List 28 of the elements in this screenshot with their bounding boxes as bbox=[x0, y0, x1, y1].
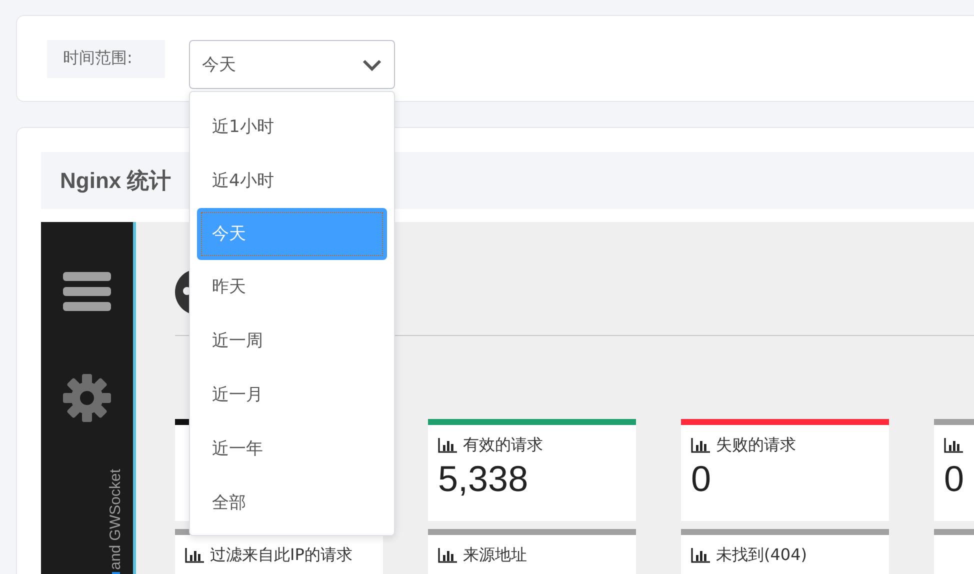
bar-chart-icon bbox=[691, 438, 710, 452]
dropdown-option[interactable]: 近1小时 bbox=[190, 100, 394, 154]
bar-chart-icon bbox=[185, 548, 204, 562]
bar-chart-icon bbox=[944, 438, 963, 452]
dropdown-option[interactable]: 近一年 bbox=[190, 422, 394, 476]
dropdown-option[interactable]: 近一周 bbox=[190, 314, 394, 368]
stat-label: 未找到(404) bbox=[716, 544, 808, 566]
chevron-down-icon bbox=[362, 58, 382, 70]
stat-label: 来源地址 bbox=[463, 544, 527, 566]
stat-label: 有效的请求 bbox=[463, 434, 543, 456]
stat-label: 过滤来自此IP的请求 bbox=[210, 544, 352, 566]
dropdown-option[interactable]: 全部 bbox=[190, 476, 394, 530]
dropdown-option[interactable]: 近4小时 bbox=[190, 154, 394, 208]
dropdown-option[interactable]: 近一月 bbox=[190, 368, 394, 422]
dropdown-option[interactable]: 昨天 bbox=[190, 260, 394, 314]
bar-chart-icon bbox=[438, 438, 457, 452]
bar-chart-icon bbox=[438, 548, 457, 562]
stat-value: 0 bbox=[944, 458, 966, 500]
time-range-label: 时间范围: bbox=[47, 40, 165, 78]
brand-text: and GWSocket bbox=[107, 469, 124, 570]
stat-value: 0 bbox=[691, 458, 712, 500]
bar-chart-icon bbox=[691, 548, 710, 562]
card-title: Nginx 统计 bbox=[60, 166, 172, 195]
stat-value: 5,338 bbox=[438, 458, 530, 500]
settings-icon[interactable] bbox=[63, 374, 111, 422]
menu-icon[interactable] bbox=[63, 272, 111, 311]
stat-label: 失败的请求 bbox=[716, 434, 796, 456]
time-range-select[interactable]: 今天 bbox=[189, 40, 395, 89]
